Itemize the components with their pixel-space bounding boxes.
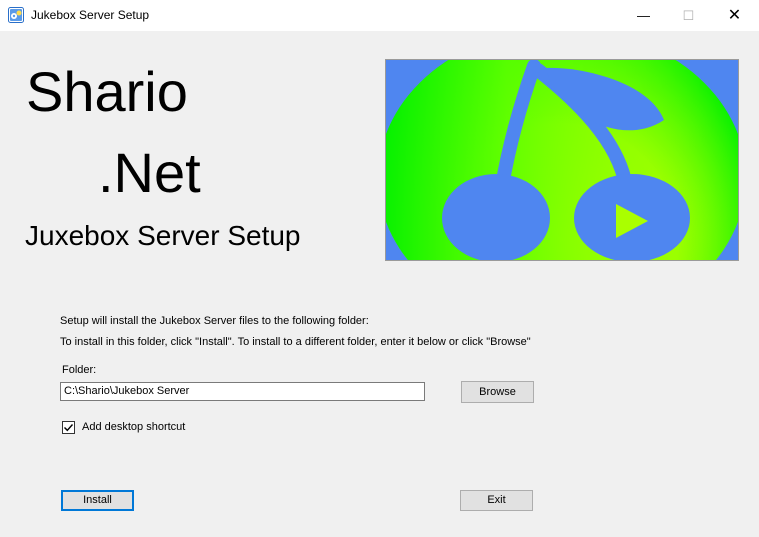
minimize-button[interactable]: — bbox=[621, 0, 666, 31]
banner-image bbox=[385, 59, 739, 261]
brand-name-line2: .Net bbox=[98, 141, 201, 204]
maximize-icon: ☐ bbox=[682, 8, 695, 23]
instruction-line-1: Setup will install the Jukebox Server fi… bbox=[60, 315, 369, 327]
window-title: Jukebox Server Setup bbox=[31, 8, 150, 22]
instruction-line-2: To install in this folder, click "Instal… bbox=[60, 336, 531, 348]
folder-label: Folder: bbox=[62, 364, 97, 376]
desktop-shortcut-checkbox[interactable] bbox=[62, 421, 75, 434]
exit-button[interactable]: Exit bbox=[460, 490, 533, 511]
close-button[interactable]: ✕ bbox=[712, 0, 757, 31]
title-bar[interactable]: Jukebox Server Setup — ☐ ✕ bbox=[0, 0, 759, 32]
brand-name-line1: Shario bbox=[26, 60, 188, 123]
install-button[interactable]: Install bbox=[61, 490, 134, 511]
browse-button[interactable]: Browse bbox=[461, 381, 534, 403]
maximize-button[interactable]: ☐ bbox=[666, 0, 711, 31]
minimize-icon: — bbox=[637, 8, 650, 23]
folder-path-input[interactable] bbox=[60, 382, 425, 401]
close-icon: ✕ bbox=[727, 7, 742, 24]
setup-heading: Juxebox Server Setup bbox=[25, 220, 301, 251]
desktop-shortcut-label[interactable]: Add desktop shortcut bbox=[82, 421, 185, 433]
setup-app-icon bbox=[8, 7, 24, 23]
checkmark-icon bbox=[64, 424, 74, 432]
cherry-play-icon bbox=[386, 60, 738, 260]
